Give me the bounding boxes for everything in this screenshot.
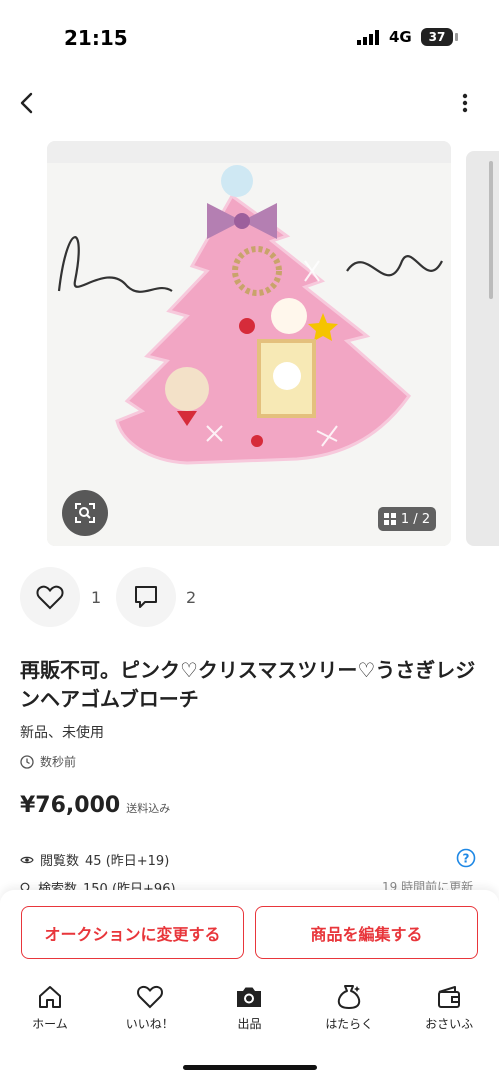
vertical-dots-icon bbox=[462, 93, 468, 113]
money-bag-icon bbox=[338, 985, 361, 1009]
camera-icon bbox=[237, 987, 262, 1007]
item-condition: 新品、未使用 bbox=[20, 725, 104, 741]
network-label: 4G bbox=[389, 28, 412, 46]
comment-button[interactable] bbox=[116, 567, 176, 627]
eye-icon bbox=[20, 856, 34, 863]
product-image bbox=[47, 141, 451, 546]
product-photo[interactable] bbox=[47, 141, 451, 546]
views-value: 45 (昨日+19) bbox=[85, 854, 170, 869]
tab-work[interactable]: はたらく bbox=[299, 975, 399, 1050]
back-button[interactable] bbox=[10, 86, 44, 120]
grid-icon bbox=[383, 513, 396, 525]
status-time: 21:15 bbox=[64, 26, 128, 50]
tab-wallet-label: おさいふ bbox=[425, 1017, 474, 1031]
edit-item-button[interactable]: 商品を編集する bbox=[255, 906, 478, 959]
wallet-icon bbox=[438, 986, 461, 1008]
svg-text:?: ? bbox=[463, 852, 470, 866]
heart-icon bbox=[36, 585, 64, 610]
tab-home[interactable]: ホーム bbox=[0, 975, 100, 1050]
photo-counter: 1 / 2 bbox=[378, 507, 436, 531]
chevron-left-icon bbox=[20, 92, 33, 114]
like-count: 1 bbox=[91, 588, 102, 607]
image-search-button[interactable] bbox=[62, 490, 108, 536]
posted-time: 数秒前 bbox=[20, 753, 76, 770]
next-photo-preview[interactable] bbox=[466, 151, 499, 546]
tab-likes[interactable]: いいね！ bbox=[100, 975, 200, 1050]
like-button[interactable] bbox=[20, 567, 80, 627]
views-label: 閲覧数 bbox=[40, 854, 80, 869]
views-row: 閲覧数 45 (昨日+19) bbox=[20, 850, 169, 869]
tab-bar: ホーム いいね！ 出品 はたらく おさいふ bbox=[0, 975, 499, 1050]
shipping-included: 送料込み bbox=[126, 802, 171, 815]
tab-home-label: ホーム bbox=[32, 1017, 68, 1031]
battery-icon: 37 bbox=[421, 28, 453, 46]
heart-icon bbox=[136, 985, 163, 1009]
item-title: 再販不可。ピンク♡クリスマスツリー♡うさぎレジンヘアゴムブローチ bbox=[20, 658, 476, 711]
tab-sell[interactable]: 出品 bbox=[200, 975, 300, 1050]
change-to-auction-button[interactable]: オークションに変更する bbox=[21, 906, 244, 959]
tab-work-label: はたらく bbox=[325, 1017, 374, 1031]
comment-icon bbox=[135, 586, 157, 608]
scroll-indicator bbox=[489, 161, 493, 299]
photo-gallery[interactable]: 1 / 2 bbox=[0, 141, 499, 547]
comment-count: 2 bbox=[186, 588, 197, 607]
scan-search-icon bbox=[75, 503, 95, 523]
home-icon bbox=[38, 986, 61, 1008]
tab-likes-label: いいね！ bbox=[125, 1017, 174, 1031]
photo-counter-label: 1 / 2 bbox=[400, 511, 431, 527]
tab-wallet[interactable]: おさいふ bbox=[399, 975, 499, 1050]
more-button[interactable] bbox=[448, 86, 482, 120]
status-bar: 21:15 4G 37 bbox=[0, 0, 499, 72]
battery-tip bbox=[455, 33, 458, 41]
signal-icon bbox=[357, 30, 379, 45]
home-indicator bbox=[183, 1065, 317, 1070]
price-row: ¥76,000 送料込み bbox=[20, 793, 170, 818]
posted-time-label: 数秒前 bbox=[40, 755, 77, 769]
clock-icon bbox=[20, 754, 34, 769]
price: ¥76,000 bbox=[20, 793, 121, 818]
help-icon[interactable]: ? bbox=[456, 848, 476, 868]
tab-sell-label: 出品 bbox=[237, 1017, 262, 1031]
